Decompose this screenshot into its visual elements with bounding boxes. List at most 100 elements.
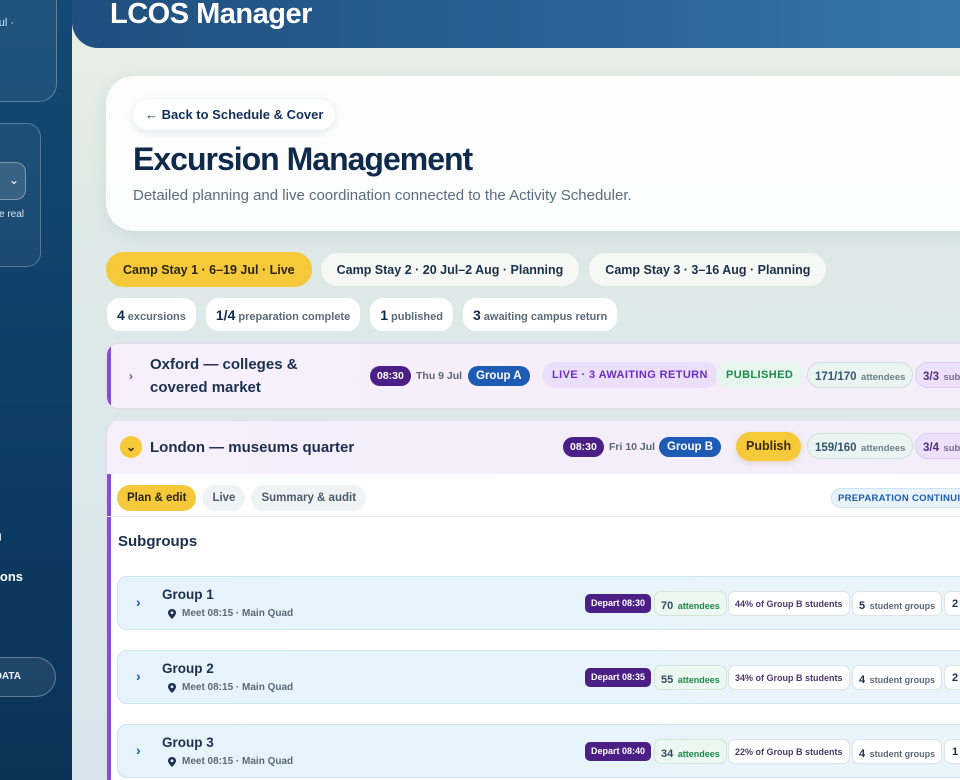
excursion-row-oxford[interactable]: › Oxford — colleges & covered market 08:… [106, 343, 960, 409]
stat-value: 4 [117, 307, 125, 323]
group-share-badge: 34% of Group B students [728, 665, 850, 690]
group-attendees-badge: 70 attendees [654, 591, 727, 616]
student-groups-badge: 4 student groups [852, 665, 943, 690]
map-pin-icon [168, 683, 176, 693]
subgroup-name: Group 2 [162, 661, 214, 676]
stat-value: 1 [380, 307, 389, 323]
map-pin-icon [168, 609, 176, 619]
hero-card: ← Back to Schedule & Cover Excursion Man… [106, 76, 960, 231]
student-groups-count: 5 [859, 600, 866, 612]
stat-label: preparation complete [238, 311, 351, 323]
preparation-status-badge: PREPARATION CONTINUIN [831, 488, 960, 508]
stat-label: published [391, 311, 443, 323]
excursion-header[interactable]: ⌄ London — museums quarter 08:30 Fri 10 … [107, 421, 960, 474]
chevron-down-icon[interactable]: ⌄ [120, 436, 142, 458]
tab-camp-stay-1[interactable]: Camp Stay 1 · 6–19 Jul · Live [106, 252, 312, 287]
group-extra-badge: 2 [944, 665, 960, 690]
attendees-badge: 171/170 attendees [807, 362, 914, 388]
chevron-right-icon[interactable]: › [136, 668, 141, 684]
excursion-tabs: Plan & edit Live Summary & audit [117, 485, 367, 511]
attendees-count: 70 [661, 600, 674, 612]
stat-value: 3 [472, 307, 481, 323]
tab-summary-audit[interactable]: Summary & audit [251, 485, 367, 511]
camp-stay-tabs: Camp Stay 1 · 6–19 Jul · Live Camp Stay … [106, 252, 828, 287]
main-content: LCOS Manager ← Back to Schedule & Cover … [72, 0, 960, 780]
subgroup-card[interactable]: › Group 2 Meet 08:15 · Main Quad Depart … [117, 650, 960, 704]
sidebar-data-button-label: DATA [0, 671, 21, 682]
group-share-badge: 44% of Group B students [728, 591, 850, 616]
stat-awaiting-return: 3 awaiting campus return [461, 297, 619, 332]
meet-text: Meet 08:15 · Main Quad [182, 608, 294, 619]
map-pin-icon [168, 757, 176, 767]
meet-info: Meet 08:15 · Main Quad [168, 608, 293, 619]
sidebar-nav-item[interactable]: ons [0, 569, 23, 584]
meet-info: Meet 08:15 · Main Quad [168, 682, 293, 693]
attendees-count: 34 [661, 748, 674, 760]
subgroup-name: Group 1 [162, 587, 214, 602]
attendees-label: attendees [677, 601, 720, 611]
live-status-badge: LIVE · 3 AWAITING RETURN [542, 362, 718, 388]
subgroups-heading: Subgroups [118, 533, 198, 550]
meet-text: Meet 08:15 · Main Quad [182, 682, 294, 693]
stat-published: 1 published [369, 297, 454, 332]
subgroup-name: Group 3 [162, 735, 214, 750]
page-title: Excursion Management [133, 141, 473, 177]
sidebar-select-hint: e real [0, 209, 24, 220]
student-groups-count: 4 [859, 674, 866, 686]
excursion-row-london: ⌄ London — museums quarter 08:30 Fri 10 … [106, 420, 960, 780]
attendees-count: 159/160 [815, 442, 857, 454]
chevron-right-icon[interactable]: › [120, 365, 142, 387]
excursion-time: 08:30 [563, 437, 604, 457]
sidebar-filter-card: ⌄ e real [0, 123, 41, 267]
tab-camp-stay-2[interactable]: Camp Stay 2 · 20 Jul–2 Aug · Planning [319, 252, 581, 287]
subgroups-badge: 3/4 subg [915, 433, 960, 459]
publish-button[interactable]: Publish [736, 432, 802, 461]
attendees-label: attendees [677, 675, 720, 685]
sidebar-select[interactable]: ⌄ [0, 162, 26, 200]
sidebar-data-button[interactable]: DATA [0, 657, 56, 697]
sidebar-camp-card: ul · [0, 0, 57, 102]
attendees-count: 55 [661, 674, 674, 686]
attendees-label: attendees [677, 749, 720, 759]
excursion-date: Thu 9 Jul [416, 370, 463, 382]
stat-preparation: 1/4 preparation complete [204, 297, 362, 332]
subgroups-label: subg [943, 372, 960, 383]
sidebar: ul · ⌄ e real ons DATA [0, 0, 72, 780]
group-extra-badge: 2 [944, 591, 960, 616]
group-extra-badge: 1 [944, 739, 960, 764]
published-badge: PUBLISHED [716, 362, 804, 388]
sidebar-camp-card-text: ul · [0, 17, 14, 29]
app-title: LCOS Manager [110, 0, 312, 30]
meet-info: Meet 08:15 · Main Quad [168, 756, 293, 767]
back-to-schedule-button[interactable]: ← Back to Schedule & Cover [133, 99, 336, 130]
excursion-group: Group A [468, 366, 530, 386]
depart-time-badge: Depart 08:40 [585, 742, 652, 761]
group-attendees-badge: 34 attendees [654, 739, 727, 764]
stat-value: 1/4 [215, 307, 236, 323]
stat-excursions: 4 excursions [106, 297, 197, 332]
tab-camp-stay-3[interactable]: Camp Stay 3 · 3–16 Aug · Planning [588, 252, 828, 287]
student-groups-badge: 5 student groups [852, 591, 943, 616]
summary-stats: 4 excursions 1/4 preparation complete 1 pub… [106, 297, 619, 332]
attendees-label: attendees [861, 443, 906, 454]
subgroup-card[interactable]: › Group 3 Meet 08:15 · Main Quad Depart … [117, 724, 960, 778]
group-attendees-badge: 55 attendees [654, 665, 727, 690]
attendees-badge: 159/160 attendees [807, 433, 914, 459]
student-groups-count: 4 [859, 748, 866, 760]
depart-time-badge: Depart 08:35 [585, 668, 652, 687]
student-groups-badge: 4 student groups [852, 739, 943, 764]
stat-label: awaiting campus return [483, 311, 608, 323]
excursion-group: Group B [659, 437, 721, 457]
subgroup-card[interactable]: › Group 1 Meet 08:15 · Main Quad Depart … [117, 576, 960, 630]
attendees-count: 171/170 [815, 371, 857, 383]
subgroups-count: 3/3 [923, 371, 939, 383]
tab-plan-edit[interactable]: Plan & edit [117, 485, 197, 511]
chevron-right-icon[interactable]: › [136, 594, 141, 610]
chevron-right-icon[interactable]: › [136, 742, 141, 758]
attendees-label: attendees [861, 372, 906, 383]
tab-live[interactable]: Live [202, 485, 246, 511]
excursion-name: Oxford — colleges & covered market [150, 356, 298, 396]
subgroups-count: 3/4 [923, 442, 939, 454]
student-groups-label: student groups [869, 601, 936, 611]
student-groups-label: student groups [869, 749, 936, 759]
